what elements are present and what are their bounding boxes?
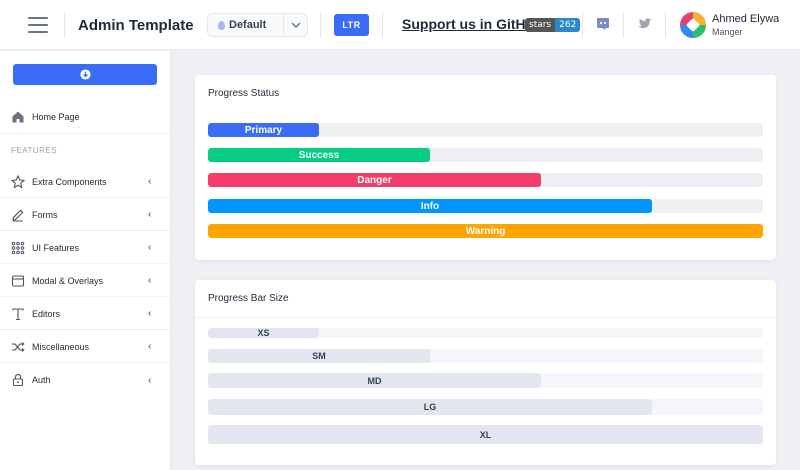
theme-select-value: Default <box>229 19 267 31</box>
progress-label: XS <box>257 328 270 338</box>
edit-icon <box>12 209 24 222</box>
menu-icon[interactable] <box>28 17 48 33</box>
header-divider <box>64 12 65 38</box>
progress-label: Danger <box>357 174 392 186</box>
header-divider <box>382 12 383 38</box>
card-title: Progress Bar Size <box>208 293 289 304</box>
chevron-left-icon: ‹ <box>148 275 152 286</box>
sidebar-item-miscellaneous[interactable]: Miscellaneous ‹ <box>0 331 170 363</box>
sidebar-item-label: UI Features <box>32 242 80 253</box>
chevron-left-icon: ‹ <box>148 242 152 253</box>
progress-track: Success <box>208 148 763 162</box>
github-support-link[interactable]: Support us in GitHub <box>402 16 543 32</box>
progress-bar-lg: LG <box>208 399 652 415</box>
card-title: Progress Status <box>208 88 280 99</box>
sidebar-item-label: Auth <box>32 375 51 385</box>
progress-label: Warning <box>465 225 506 237</box>
progress-track-sm: SM <box>208 349 763 363</box>
top-header: Admin Template Default LTR Support us in… <box>0 0 800 50</box>
progress-track-xl: XL <box>208 425 763 444</box>
chevron-left-icon: ‹ <box>148 209 152 220</box>
sidebar-item-auth[interactable]: Auth ‹ <box>0 364 170 396</box>
header-divider <box>582 12 583 38</box>
chevron-down-icon <box>283 14 307 36</box>
avatar <box>680 12 706 38</box>
discord-icon[interactable] <box>595 16 611 32</box>
sidebar-item-extra-components[interactable]: Extra Components ‹ <box>0 166 170 198</box>
header-divider <box>665 12 666 38</box>
sidebar-item-label: Modal & Overlays <box>32 275 104 286</box>
header-divider <box>320 12 321 38</box>
app-title: Admin Template <box>78 17 194 34</box>
sidebar: Home Page FEATURES Extra Components ‹ Fo… <box>0 51 171 470</box>
user-role: Manger <box>712 27 743 37</box>
progress-bar-xs: XS <box>208 328 319 338</box>
sidebar-item-ui-features[interactable]: UI Features ‹ <box>0 232 170 264</box>
progress-bar-primary: Primary <box>208 123 319 137</box>
progress-track: Primary <box>208 123 763 137</box>
sidebar-item-label: Home Page <box>32 112 80 122</box>
progress-track: Warning <box>208 224 763 238</box>
progress-label: XL <box>479 429 492 440</box>
progress-label: MD <box>367 375 382 386</box>
progress-label: Info <box>420 200 440 212</box>
progress-bar-sm: SM <box>208 349 430 363</box>
user-name: Ahmed Elywa <box>712 13 780 25</box>
user-menu[interactable]: Ahmed Elywa Manger <box>680 12 779 38</box>
progress-bar-xl: XL <box>208 425 763 444</box>
github-stars-badge[interactable]: stars 262 <box>525 18 581 32</box>
sidebar-item-forms[interactable]: Forms ‹ <box>0 199 170 231</box>
sidebar-section-label: FEATURES <box>11 146 58 155</box>
sidebar-item-label: Editors <box>32 308 61 319</box>
progress-size-card: Progress Bar Size XS SM MD LG XL <box>195 280 776 465</box>
progress-bar-danger: Danger <box>208 173 541 187</box>
card-divider <box>195 317 776 318</box>
sidebar-item-editors[interactable]: Editors ‹ <box>0 298 170 330</box>
chevron-left-icon: ‹ <box>148 341 152 352</box>
progress-bar-success: Success <box>208 148 430 162</box>
progress-track-lg: LG <box>208 399 763 415</box>
grid-icon <box>11 241 25 254</box>
shuffle-icon <box>12 341 25 352</box>
theme-drop-icon <box>218 20 225 30</box>
chevron-left-icon: ‹ <box>148 308 152 319</box>
sidebar-item-modal-overlays[interactable]: Modal & Overlays ‹ <box>0 265 170 297</box>
sidebar-item-label: Forms <box>32 209 58 220</box>
sidebar-item-label: Miscellaneous <box>32 341 90 352</box>
progress-status-card: Progress Status Primary Success Danger I… <box>195 75 776 260</box>
theme-select[interactable]: Default <box>207 13 308 37</box>
lock-icon <box>12 374 24 387</box>
progress-track-xs: XS <box>208 328 763 338</box>
sidebar-item-home[interactable]: Home Page <box>0 101 170 134</box>
progress-label: Primary <box>244 124 283 136</box>
text-icon <box>12 307 24 320</box>
progress-bar-warning: Warning <box>208 224 763 238</box>
progress-bar-md: MD <box>208 373 541 388</box>
progress-label: LG <box>423 402 437 412</box>
sidebar-item-label: Extra Components <box>32 176 107 187</box>
sidebar-download-button[interactable] <box>13 64 157 85</box>
direction-toggle-button[interactable]: LTR <box>334 14 369 36</box>
header-divider <box>623 12 624 38</box>
progress-track: Info <box>208 199 763 213</box>
progress-bar-info: Info <box>208 199 652 213</box>
stars-badge-count: 262 <box>555 18 581 32</box>
chevron-left-icon: ‹ <box>148 176 152 187</box>
progress-label: SM <box>312 351 326 361</box>
home-icon <box>12 111 24 123</box>
stars-badge-label: stars <box>525 18 556 32</box>
progress-label: Success <box>298 149 340 161</box>
download-icon <box>79 69 91 80</box>
twitter-icon[interactable] <box>637 16 653 32</box>
browser-icon <box>11 274 25 287</box>
progress-track-md: MD <box>208 373 763 388</box>
star-icon <box>11 174 25 189</box>
progress-track: Danger <box>208 173 763 187</box>
chevron-left-icon: ‹ <box>148 374 152 386</box>
